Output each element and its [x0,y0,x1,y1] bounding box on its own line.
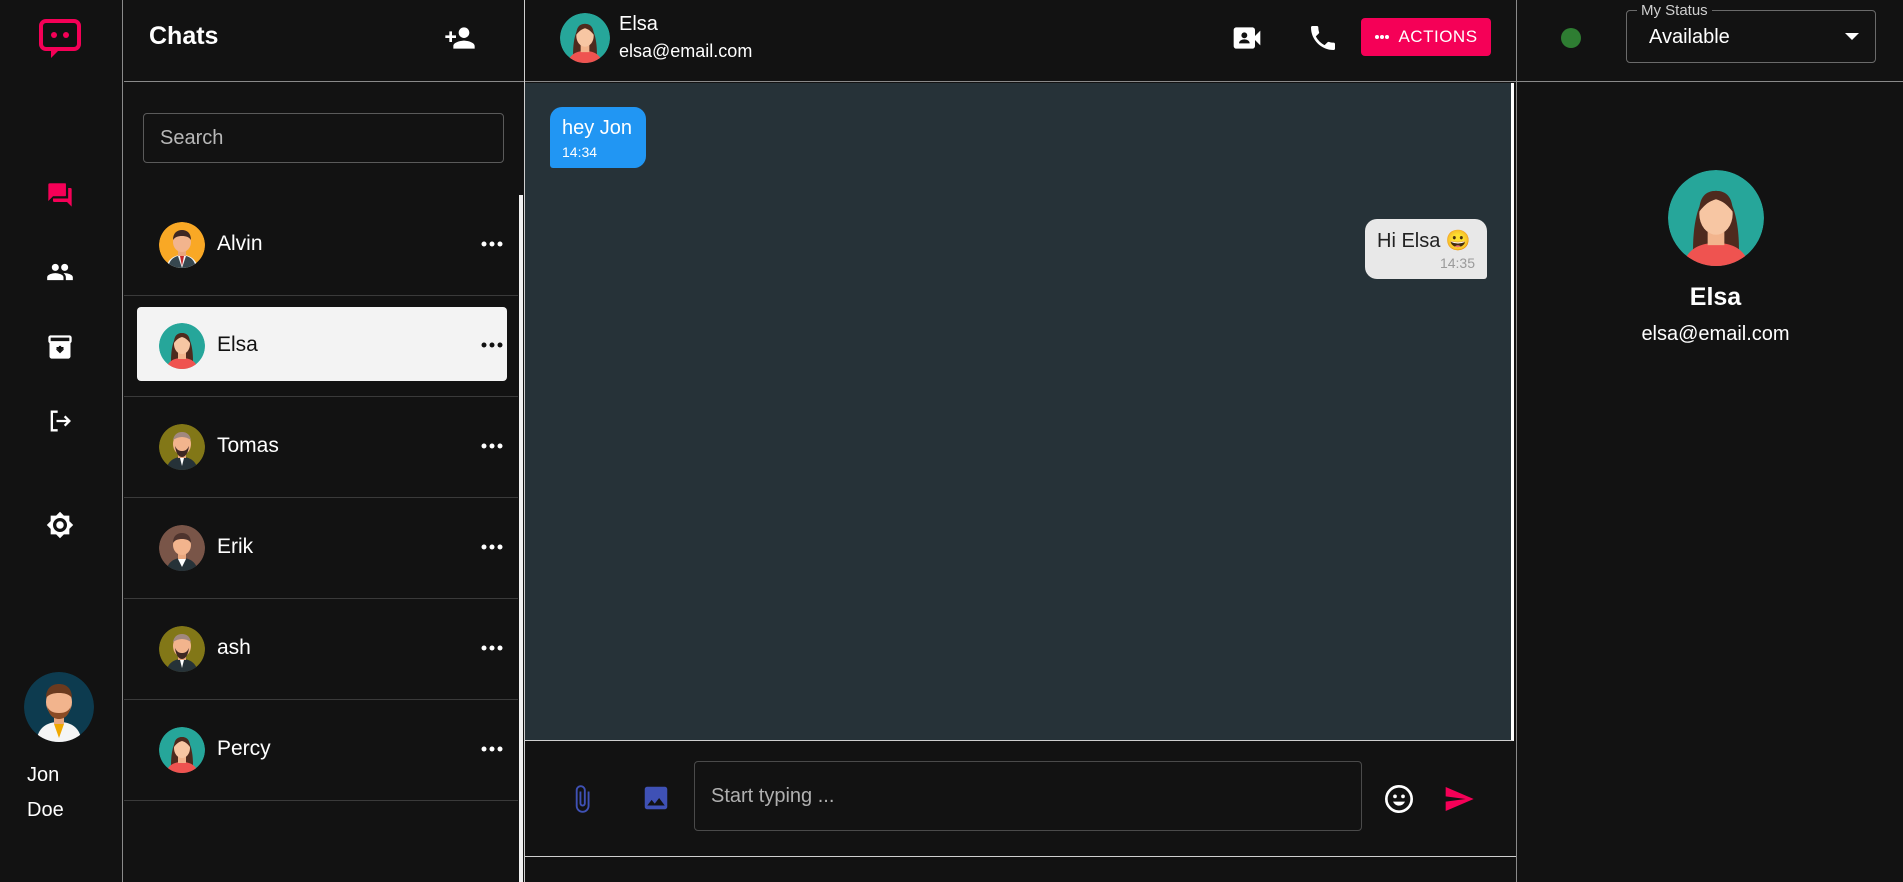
status-header: My Status Available [1517,0,1903,82]
chat-item-name: Erik [217,535,254,558]
woman-icon [159,727,205,773]
user-avatar[interactable] [24,672,94,742]
contact-email: elsa@email.com [619,41,753,61]
message-text: hey Jon [562,117,633,139]
user-last-name: Doe [27,799,64,821]
actions-button[interactable]: ACTIONS [1361,18,1491,56]
chats-scrollbar[interactable] [519,195,523,882]
profile-panel: My Status Available Elsa elsa@email.com [1516,0,1903,882]
attach-file-icon[interactable] [567,782,597,816]
chat-item-alvin[interactable]: Alvin [124,195,518,296]
chat-item-name: ash [217,636,251,659]
online-status-dot [1561,28,1581,48]
user-name: Jon Doe [27,758,107,828]
more-options-icon[interactable] [477,737,507,761]
profile-email: elsa@email.com [1641,323,1790,345]
chat-item-ash[interactable]: ash [124,599,518,700]
message-input[interactable] [694,761,1362,831]
message-composer [525,742,1516,857]
chevron-down-icon [1845,33,1859,40]
profile-name: Elsa [1689,283,1742,311]
more-options-icon[interactable] [477,535,507,559]
more-options-icon[interactable] [477,636,507,660]
woman-icon [159,323,205,369]
chats-header: Chats [124,0,524,82]
logo-chat-icon [39,19,81,58]
chat-item-name: Alvin [217,232,263,255]
chat-item-elsa[interactable]: Elsa [124,296,518,397]
message-time: 14:35 [1439,255,1475,271]
chat-item-name: Tomas [217,434,279,457]
chats-panel: Chats Alvin Elsa [124,0,524,882]
chat-app: Jon Doe Chats Alvin [0,0,1903,882]
conversation-panel: Elsa elsa@email.com ACTIONS hey Jon 14:3… [524,0,1516,882]
status-legend: My Status [1637,2,1712,19]
status-select[interactable]: My Status Available [1626,2,1876,63]
logout-icon[interactable] [46,407,74,435]
conversation-header: Elsa elsa@email.com ACTIONS [525,0,1516,82]
contact-name: Elsa [619,13,658,35]
search-input[interactable] [143,113,504,163]
nav-rail: Jon Doe [0,0,123,882]
actions-label: ACTIONS [1398,27,1478,46]
profile-avatar [1668,170,1764,266]
man-beard-icon [159,626,205,672]
message-incoming: hey Jon 14:34 [550,107,646,168]
add-contact-icon[interactable] [444,22,476,54]
emoji-icon[interactable] [1383,783,1415,815]
theme-toggle-icon[interactable] [46,511,74,539]
send-icon[interactable] [1443,783,1475,815]
video-call-icon[interactable] [1231,22,1263,54]
chat-item-erik[interactable]: Erik [124,498,518,599]
more-options-icon[interactable] [477,434,507,458]
contacts-icon[interactable] [46,258,74,286]
chat-item-percy[interactable]: Percy [124,700,518,801]
chats-icon[interactable] [46,181,74,209]
contact-avatar[interactable] [560,13,610,63]
chats-title: Chats [149,22,219,50]
more-options-icon[interactable] [477,232,507,256]
man-beard-icon [159,424,205,470]
phone-call-icon[interactable] [1307,22,1339,54]
more-options-icon[interactable] [477,333,507,357]
insert-image-icon[interactable] [641,782,671,814]
man-icon [159,525,205,571]
man-tie-icon [159,222,205,268]
messages-area: hey Jon 14:34 Hi Elsa 😀 14:35 [525,83,1514,741]
more-dots-icon [1375,35,1390,39]
message-outgoing: Hi Elsa 😀 14:35 [1365,219,1487,279]
chat-item-tomas[interactable]: Tomas [124,397,518,498]
archive-icon[interactable] [46,333,74,361]
message-time: 14:34 [562,144,598,160]
chat-item-name: Percy [217,737,271,760]
message-text: Hi Elsa 😀 [1377,230,1471,252]
user-first-name: Jon [27,764,60,786]
chat-item-name: Elsa [217,333,258,356]
status-value: Available [1649,26,1730,48]
